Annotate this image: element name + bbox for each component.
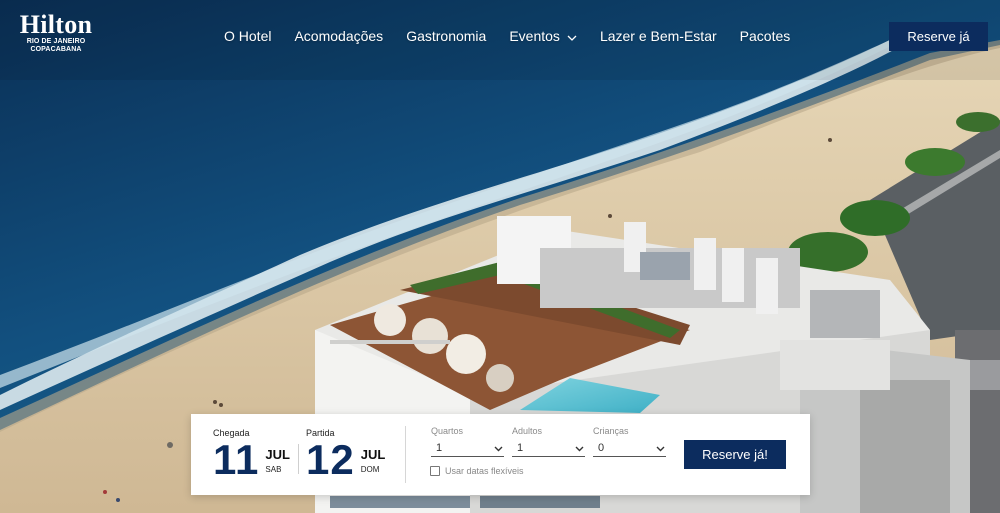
date-divider: [298, 444, 299, 474]
children-label: Crianças: [593, 426, 629, 436]
logo-location-line1: RIO DE JANEIRO: [26, 38, 86, 45]
site-header: Hilton RIO DE JANEIRO COPACABANA O Hotel…: [0, 0, 1000, 72]
checkin-month: JUL: [265, 447, 290, 462]
chevron-down-icon: [575, 439, 584, 457]
checkin-date[interactable]: Chegada 11 JUL SAB: [213, 428, 290, 481]
main-nav: O Hotel Acomodações Gastronomia Eventos …: [224, 28, 813, 44]
chevron-down-icon: [567, 28, 577, 44]
checkin-day: 11: [213, 436, 260, 483]
adults-select[interactable]: Adultos 1: [512, 426, 585, 457]
checkout-weekday: DOM: [360, 465, 380, 474]
flexible-dates-checkbox[interactable]: [430, 466, 440, 476]
nav-item-label: Eventos: [509, 28, 560, 44]
children-dropdown[interactable]: 0: [593, 439, 666, 457]
flexible-dates-label: Usar datas flexíveis: [445, 466, 524, 476]
nav-item-pacotes[interactable]: Pacotes: [740, 28, 791, 44]
rooms-label: Quartos: [431, 426, 464, 436]
section-divider: [405, 426, 406, 483]
logo-wordmark: Hilton: [19, 10, 93, 39]
hilton-logo[interactable]: Hilton RIO DE JANEIRO COPACABANA: [10, 12, 102, 54]
nav-item-label: Lazer e Bem-Estar: [599, 28, 717, 44]
flexible-dates-option[interactable]: Usar datas flexíveis: [430, 466, 524, 476]
checkout-day: 12: [306, 436, 355, 483]
nav-item-acomodacoes[interactable]: Acomodações: [294, 28, 383, 44]
rooms-select[interactable]: Quartos 1: [431, 426, 504, 457]
checkout-date[interactable]: Partida 12 JUL DOM: [306, 428, 385, 481]
nav-item-lazer-bem-estar[interactable]: Lazer e Bem-Estar: [600, 28, 717, 44]
booking-reserve-button[interactable]: Reserve já!: [684, 440, 786, 469]
nav-item-eventos[interactable]: Eventos: [509, 28, 577, 44]
nav-item-label: Pacotes: [739, 28, 791, 44]
booking-widget: Chegada 11 JUL SAB Partida 12 JUL DOM Qu…: [191, 414, 810, 495]
adults-dropdown[interactable]: 1: [512, 439, 585, 457]
nav-item-o-hotel[interactable]: O Hotel: [224, 28, 271, 44]
checkout-month: JUL: [360, 447, 386, 462]
nav-item-label: Acomodações: [294, 28, 384, 44]
nav-item-label: O Hotel: [224, 28, 272, 44]
rooms-value: 1: [436, 441, 443, 454]
chevron-down-icon: [494, 439, 503, 457]
nav-item-gastronomia[interactable]: Gastronomia: [406, 28, 486, 44]
children-value: 0: [598, 441, 605, 454]
logo-location-line2: COPACABANA: [30, 46, 82, 53]
checkin-weekday: SAB: [265, 465, 282, 474]
rooms-dropdown[interactable]: 1: [431, 439, 504, 457]
children-select[interactable]: Crianças 0: [593, 426, 666, 457]
adults-value: 1: [517, 441, 524, 454]
chevron-down-icon: [656, 439, 665, 457]
header-reserve-button[interactable]: Reserve já: [889, 22, 988, 51]
nav-item-label: Gastronomia: [406, 28, 487, 44]
adults-label: Adultos: [512, 426, 543, 436]
